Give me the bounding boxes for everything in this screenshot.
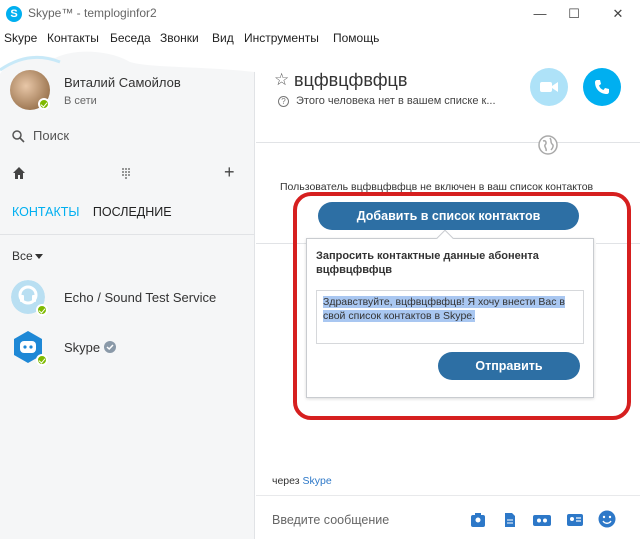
contact-list-item[interactable]: Echo / Sound Test Service xyxy=(0,280,255,324)
tab-recent[interactable]: ПОСЛЕДНИЕ xyxy=(93,205,172,219)
contact-list-item[interactable]: Skype xyxy=(0,330,255,374)
sidebar-toolbar: + xyxy=(0,162,255,184)
conversation-panel: ☆ вцфвцфвфцв ? Этого человека нет в ваше… xyxy=(256,48,640,539)
video-camera-icon xyxy=(540,82,558,92)
skype-logo-icon: S xyxy=(6,6,22,22)
sidebar: Виталий Самойлов В сети Поиск + КОНТАКТЫ… xyxy=(0,48,255,539)
search-bar[interactable]: Поиск xyxy=(12,128,69,143)
search-icon xyxy=(12,130,25,143)
profile-status[interactable]: В сети xyxy=(64,95,97,107)
message-input[interactable]: Введите сообщение xyxy=(272,513,389,527)
conversation-title[interactable]: вцфвцфвфцв xyxy=(294,70,407,91)
filter-label: Все xyxy=(12,249,33,263)
contact-name-text: Skype xyxy=(64,340,101,355)
highlight-annotation xyxy=(293,192,631,420)
online-status-icon xyxy=(36,304,48,316)
via-skype-link[interactable]: Skype xyxy=(303,475,332,487)
via-prefix: через xyxy=(272,475,300,487)
contact-tabs: КОНТАКТЫ ПОСЛЕДНИЕ xyxy=(12,205,172,219)
menu-item-contacts[interactable]: Контакты xyxy=(47,31,99,45)
search-label: Поиск xyxy=(33,128,70,143)
menu-item-conversation[interactable]: Беседа xyxy=(110,31,151,45)
contact-name: Skype xyxy=(64,340,117,355)
video-message-icon[interactable] xyxy=(532,512,552,528)
online-status-icon xyxy=(36,354,48,366)
contact-card-icon[interactable] xyxy=(566,512,584,528)
contacts-filter-dropdown[interactable]: Все xyxy=(12,249,43,263)
audio-call-button[interactable] xyxy=(583,68,621,106)
menu-item-skype[interactable]: Skype xyxy=(4,31,37,45)
menu-item-view[interactable]: Вид xyxy=(212,31,234,45)
profile-name[interactable]: Виталий Самойлов xyxy=(64,75,181,90)
send-file-icon[interactable] xyxy=(502,512,518,528)
info-icon: ? xyxy=(278,96,289,107)
video-call-button[interactable] xyxy=(530,68,568,106)
title-bar: S Skype™ - temploginfor2 — ☐ ✕ xyxy=(0,0,640,28)
menu-item-help[interactable]: Помощь xyxy=(333,31,379,45)
minimize-button[interactable]: — xyxy=(522,0,558,28)
cloud-decoration-icon xyxy=(0,48,255,74)
add-contact-icon[interactable]: + xyxy=(224,162,235,183)
chevron-down-icon xyxy=(34,254,43,260)
verified-badge-icon xyxy=(104,341,117,353)
conversation-subtitle: Этого человека нет в вашем списке к... xyxy=(296,95,496,107)
dialpad-icon[interactable] xyxy=(121,167,131,179)
divider xyxy=(256,142,640,143)
window-title: Skype™ - temploginfor2 xyxy=(28,6,157,20)
menu-bar: Skype Контакты Беседа Звонки Вид Инструм… xyxy=(0,28,640,48)
contact-name: Echo / Sound Test Service xyxy=(64,290,217,305)
home-icon[interactable] xyxy=(12,166,26,180)
send-contacts-icon[interactable] xyxy=(470,512,486,528)
menu-item-tools[interactable]: Инструменты xyxy=(244,31,319,45)
maximize-button[interactable]: ☐ xyxy=(556,0,592,28)
online-status-icon xyxy=(38,98,50,110)
favorite-star-icon[interactable]: ☆ xyxy=(274,70,289,90)
via-label: через Skype xyxy=(272,475,332,487)
divider xyxy=(256,495,640,496)
tab-contacts[interactable]: КОНТАКТЫ xyxy=(12,205,79,219)
divider xyxy=(0,234,255,235)
close-button[interactable]: ✕ xyxy=(600,0,636,28)
emoticon-icon[interactable] xyxy=(598,510,616,528)
menu-item-calls[interactable]: Звонки xyxy=(160,31,199,45)
globe-icon xyxy=(538,135,558,155)
phone-icon xyxy=(595,80,609,94)
